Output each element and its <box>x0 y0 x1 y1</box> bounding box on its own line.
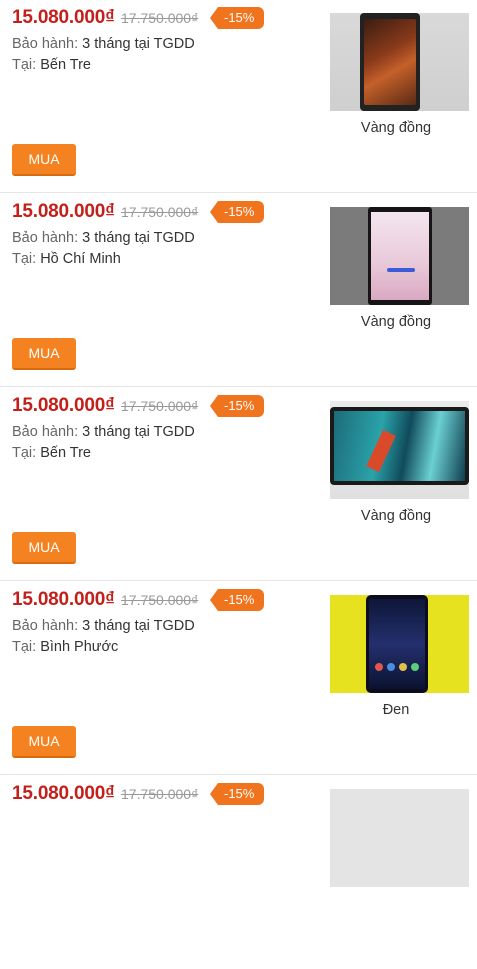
color-label: Vàng đồng <box>360 508 432 524</box>
original-price: 17.750.000₫ <box>121 398 199 414</box>
location-info: Tại: Bến Tre <box>12 57 91 73</box>
location-info: Tại: Bến Tre <box>12 445 91 461</box>
discount-badge: -15% <box>210 589 265 611</box>
phone-photo <box>366 595 428 693</box>
discount-badge: -15% <box>210 395 265 417</box>
location-label: Tại: <box>12 639 37 655</box>
original-price: 17.750.000₫ <box>121 204 199 220</box>
original-price: 17.750.000₫ <box>121 10 199 26</box>
sale-price: 15.080.000₫ <box>12 395 115 416</box>
location-value: Bến Tre <box>40 445 91 461</box>
discount-badge: -15% <box>210 201 265 223</box>
warranty-info: Bảo hành: 3 tháng tại TGDD <box>12 618 195 634</box>
product-image[interactable] <box>330 13 469 111</box>
location-info: Tại: Hồ Chí Minh <box>12 251 121 267</box>
color-label: Đen <box>382 702 410 718</box>
color-label: Vàng đồng <box>360 314 432 330</box>
sale-price: 15.080.000₫ <box>12 783 115 804</box>
phone-photo <box>330 407 469 485</box>
listing-item[interactable]: 15.080.000₫ 17.750.000₫ -15% <box>0 776 477 969</box>
buy-button[interactable]: MUA <box>12 338 76 370</box>
discount-badge: -15% <box>210 783 265 805</box>
warranty-value: 3 tháng tại TGDD <box>82 618 195 634</box>
warranty-value: 3 tháng tại TGDD <box>82 36 195 52</box>
warranty-label: Bảo hành: <box>12 36 79 52</box>
listing-item[interactable]: 15.080.000₫ 17.750.000₫ -15% Bảo hành: 3… <box>0 582 477 775</box>
listing-item[interactable]: 15.080.000₫ 17.750.000₫ -15% Bảo hành: 3… <box>0 388 477 581</box>
warranty-label: Bảo hành: <box>12 230 79 246</box>
location-value: Hồ Chí Minh <box>40 251 121 267</box>
color-label: Vàng đồng <box>360 120 432 136</box>
location-value: Bến Tre <box>40 57 91 73</box>
product-image[interactable] <box>330 207 469 305</box>
product-image[interactable] <box>330 401 469 499</box>
sale-price: 15.080.000₫ <box>12 7 115 28</box>
location-label: Tại: <box>12 57 37 73</box>
buy-button[interactable]: MUA <box>12 726 76 758</box>
phone-photo <box>368 207 432 305</box>
product-image[interactable] <box>330 789 469 887</box>
listing-item[interactable]: 15.080.000₫ 17.750.000₫ -15% Bảo hành: 3… <box>0 0 477 193</box>
warranty-label: Bảo hành: <box>12 424 79 440</box>
buy-button[interactable]: MUA <box>12 532 76 564</box>
buy-button[interactable]: MUA <box>12 144 76 176</box>
discount-badge: -15% <box>210 7 265 29</box>
original-price: 17.750.000₫ <box>121 592 199 608</box>
listing-item[interactable]: 15.080.000₫ 17.750.000₫ -15% Bảo hành: 3… <box>0 194 477 387</box>
warranty-value: 3 tháng tại TGDD <box>82 424 195 440</box>
product-image[interactable] <box>330 595 469 693</box>
location-label: Tại: <box>12 445 37 461</box>
warranty-value: 3 tháng tại TGDD <box>82 230 195 246</box>
warranty-label: Bảo hành: <box>12 618 79 634</box>
warranty-info: Bảo hành: 3 tháng tại TGDD <box>12 230 195 246</box>
warranty-info: Bảo hành: 3 tháng tại TGDD <box>12 36 195 52</box>
location-label: Tại: <box>12 251 37 267</box>
location-value: Bình Phước <box>40 639 119 655</box>
location-info: Tại: Bình Phước <box>12 639 118 655</box>
sale-price: 15.080.000₫ <box>12 589 115 610</box>
sale-price: 15.080.000₫ <box>12 201 115 222</box>
warranty-info: Bảo hành: 3 tháng tại TGDD <box>12 424 195 440</box>
phone-photo <box>360 13 420 111</box>
